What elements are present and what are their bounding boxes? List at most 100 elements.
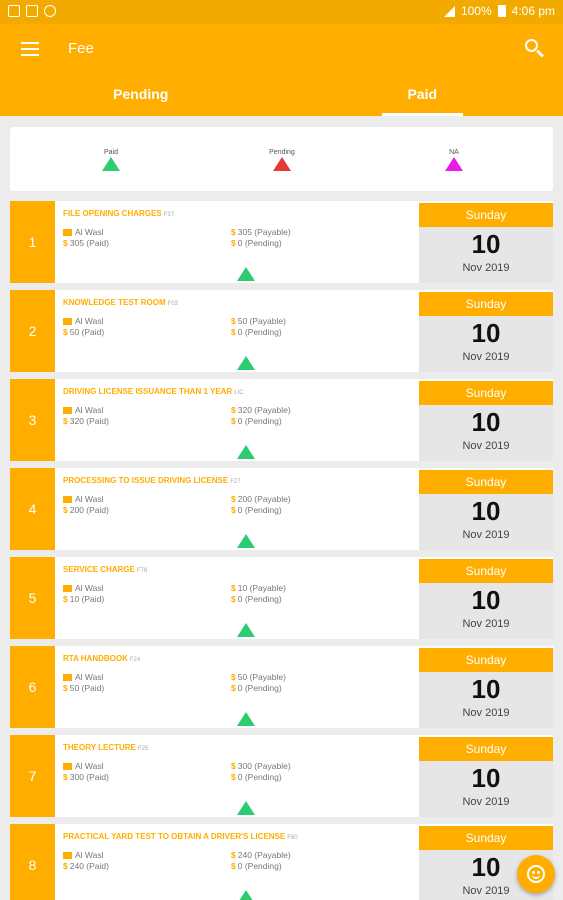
fee-month-year: Nov 2019	[462, 796, 510, 808]
paid-triangle-icon	[102, 157, 120, 171]
dollar-icon: $	[231, 583, 236, 593]
fee-date-number: 10	[471, 496, 501, 526]
fee-code: F24	[129, 657, 141, 663]
paid-status-triangle-icon	[237, 890, 255, 900]
tab-paid[interactable]: Paid	[282, 76, 563, 116]
notification-icons	[8, 5, 56, 17]
fee-location: Al Wasl	[75, 494, 104, 504]
paid-status-triangle-icon	[237, 356, 255, 370]
fee-location: Al Wasl	[75, 316, 104, 326]
fee-paid: 50 (Paid)	[69, 683, 105, 693]
fee-month-year: Nov 2019	[462, 529, 510, 541]
menu-icon[interactable]	[21, 42, 39, 56]
mail-notification-icon	[26, 5, 38, 17]
tab-bar: Pending Paid	[0, 76, 563, 116]
fee-pending: 0 (Pending)	[237, 861, 282, 871]
fee-left-details: Al Wasl $50 (Paid)	[63, 316, 104, 338]
support-chat-button[interactable]	[517, 855, 555, 893]
fee-day: Sunday	[419, 381, 553, 405]
app-bar: Fee Pending Paid	[0, 24, 563, 116]
fee-pending: 0 (Pending)	[237, 772, 282, 782]
fee-card[interactable]: 1 FILE OPENING CHARGES F37 Al Wasl $305 (…	[10, 201, 553, 283]
fee-name-text: FILE OPENING CHARGES	[63, 209, 162, 218]
fee-paid: 300 (Paid)	[69, 772, 109, 782]
tab-pending[interactable]: Pending	[0, 76, 282, 116]
fee-day: Sunday	[419, 203, 553, 227]
dollar-icon: $	[231, 316, 236, 326]
fee-index: 7	[10, 735, 55, 817]
fee-card[interactable]: 8 PRACTICAL YARD TEST TO OBTAIN A DRIVER…	[10, 824, 553, 900]
fee-right-details: $50 (Payable) $0 (Pending)	[231, 316, 286, 338]
fee-card[interactable]: 7 THEORY LECTURE F25 Al Wasl $300 (Paid) …	[10, 735, 553, 817]
fee-index: 1	[10, 201, 55, 283]
paid-status-triangle-icon	[237, 445, 255, 459]
dollar-icon: $	[63, 238, 68, 248]
fee-pending: 0 (Pending)	[237, 505, 282, 515]
fee-name-text: PRACTICAL YARD TEST TO OBTAIN A DRIVER'S…	[63, 832, 286, 841]
dollar-icon: $	[63, 327, 68, 337]
fee-paid: 305 (Paid)	[69, 238, 109, 248]
fee-card[interactable]: 2 KNOWLEDGE TEST ROOM F03 Al Wasl $50 (Pa…	[10, 290, 553, 372]
bank-icon	[63, 407, 72, 414]
fee-location: Al Wasl	[75, 405, 104, 415]
dollar-icon: $	[231, 861, 236, 871]
fee-index: 5	[10, 557, 55, 639]
paid-status-triangle-icon	[237, 267, 255, 281]
fee-index: 8	[10, 824, 55, 900]
fee-date-number: 10	[471, 407, 501, 437]
bank-icon	[63, 674, 72, 681]
fee-name-text: SERVICE CHARGE	[63, 565, 135, 574]
fee-code: F03	[167, 301, 179, 307]
fee-pending: 0 (Pending)	[237, 327, 282, 337]
dollar-icon: $	[231, 683, 236, 693]
fee-name: PROCESSING TO ISSUE DRIVING LICENSE F27	[63, 476, 241, 485]
fee-location: Al Wasl	[75, 761, 104, 771]
fee-payable: 10 (Payable)	[237, 583, 286, 593]
bank-icon	[63, 496, 72, 503]
fee-date: Sunday 10 Nov 2019	[419, 292, 553, 372]
dollar-icon: $	[231, 761, 236, 771]
legend-paid-label: Paid	[103, 149, 118, 156]
fee-right-details: $50 (Payable) $0 (Pending)	[231, 672, 286, 694]
paid-status-triangle-icon	[237, 623, 255, 637]
fee-paid: 320 (Paid)	[69, 416, 109, 426]
image-notification-icon	[8, 5, 20, 17]
bank-icon	[63, 852, 72, 859]
fee-index: 4	[10, 468, 55, 550]
fee-code: F25	[137, 746, 149, 752]
fee-index: 2	[10, 290, 55, 372]
paid-status-triangle-icon	[237, 712, 255, 726]
fee-left-details: Al Wasl $50 (Paid)	[63, 672, 104, 694]
fee-left-details: Al Wasl $200 (Paid)	[63, 494, 109, 516]
fee-card[interactable]: 3 DRIVING LICENSE ISSUANCE THAN 1 YEAR LI…	[10, 379, 553, 461]
legend-na-label: NA	[449, 149, 459, 156]
fee-day: Sunday	[419, 826, 553, 850]
fee-right-details: $10 (Payable) $0 (Pending)	[231, 583, 286, 605]
paid-status-triangle-icon	[237, 534, 255, 548]
fee-right-details: $240 (Payable) $0 (Pending)	[231, 850, 291, 872]
legend-paid: Paid	[81, 149, 141, 173]
fee-paid: 240 (Paid)	[69, 861, 109, 871]
fee-name: KNOWLEDGE TEST ROOM F03	[63, 298, 178, 307]
fee-code: F80	[287, 835, 298, 841]
fee-card[interactable]: 6 RTA HANDBOOK F24 Al Wasl $50 (Paid) $50…	[10, 646, 553, 728]
fee-payable: 305 (Payable)	[237, 227, 291, 237]
fee-date-number: 10	[471, 763, 501, 793]
fee-left-details: Al Wasl $300 (Paid)	[63, 761, 109, 783]
dollar-icon: $	[63, 416, 68, 426]
fee-name-text: PROCESSING TO ISSUE DRIVING LICENSE	[63, 476, 229, 485]
fee-date: Sunday 10 Nov 2019	[419, 470, 553, 550]
fee-date-number: 10	[471, 229, 501, 259]
fee-paid: 50 (Paid)	[69, 327, 105, 337]
fee-month-year: Nov 2019	[462, 618, 510, 630]
search-icon[interactable]	[525, 39, 545, 59]
fee-paid: 200 (Paid)	[69, 505, 109, 515]
fee-pending: 0 (Pending)	[237, 683, 282, 693]
dollar-icon: $	[231, 494, 236, 504]
fee-name-text: THEORY LECTURE	[63, 743, 136, 752]
fee-card[interactable]: 5 SERVICE CHARGE F78 Al Wasl $10 (Paid) $…	[10, 557, 553, 639]
fee-name: SERVICE CHARGE F78	[63, 565, 147, 574]
fee-name-text: KNOWLEDGE TEST ROOM	[63, 298, 166, 307]
fee-card[interactable]: 4 PROCESSING TO ISSUE DRIVING LICENSE F27…	[10, 468, 553, 550]
dollar-icon: $	[63, 594, 68, 604]
